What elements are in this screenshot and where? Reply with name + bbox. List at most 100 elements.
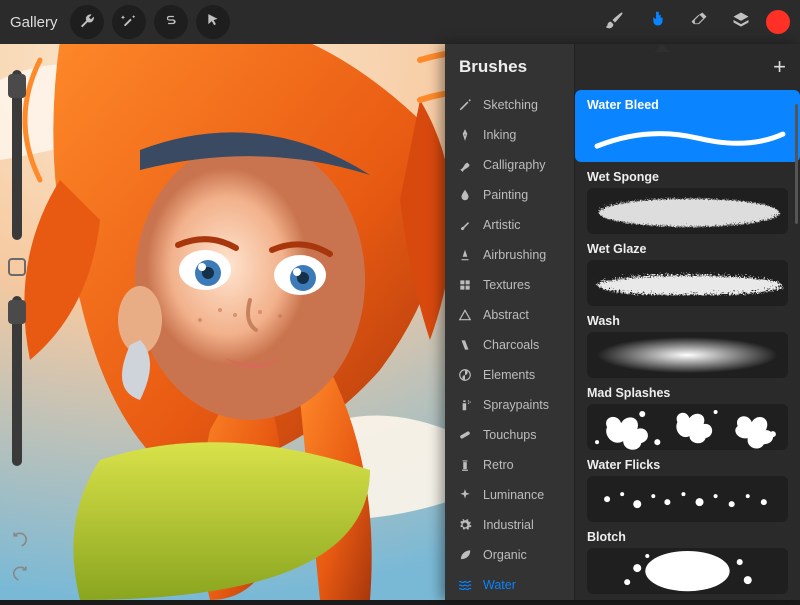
category-label: Spraypaints xyxy=(483,398,549,412)
category-abstract[interactable]: Abstract xyxy=(445,300,574,330)
category-luminance[interactable]: Luminance xyxy=(445,480,574,510)
charcoal-icon xyxy=(457,337,473,353)
brush-name: Wash xyxy=(587,314,788,328)
adjustments-button[interactable] xyxy=(112,5,146,39)
brush-categories[interactable]: Brushes Sketching Inking Calligraphy Pai… xyxy=(445,44,575,600)
leaf-icon xyxy=(457,547,473,563)
actions-button[interactable] xyxy=(70,5,104,39)
brush-opacity-thumb[interactable] xyxy=(8,300,26,324)
brush-water-drip[interactable]: Water Drip xyxy=(575,594,800,600)
brush-name: Blotch xyxy=(587,530,788,544)
brushes-panel: Brushes Sketching Inking Calligraphy Pai… xyxy=(445,44,800,600)
category-industrial[interactable]: Industrial xyxy=(445,510,574,540)
spray-icon xyxy=(457,397,473,413)
category-label: Airbrushing xyxy=(483,248,546,262)
eraser-icon xyxy=(689,10,709,35)
brush-name: Water Bleed xyxy=(587,98,788,112)
transform-button[interactable] xyxy=(196,5,230,39)
category-organic[interactable]: Organic xyxy=(445,540,574,570)
category-label: Painting xyxy=(483,188,528,202)
category-airbrushing[interactable]: Airbrushing xyxy=(445,240,574,270)
category-label: Organic xyxy=(483,548,527,562)
brush-preview xyxy=(587,548,788,594)
layers-icon xyxy=(731,10,751,35)
topbar: Gallery xyxy=(0,0,800,44)
wand-icon xyxy=(121,12,137,33)
category-label: Inking xyxy=(483,128,516,142)
brush-name: Water Flicks xyxy=(587,458,788,472)
brush-water-flicks[interactable]: Water Flicks xyxy=(575,450,800,522)
brush-name: Mad Splashes xyxy=(587,386,788,400)
category-elements[interactable]: Elements xyxy=(445,360,574,390)
add-brush-button[interactable]: + xyxy=(773,54,786,80)
category-artistic[interactable]: Artistic xyxy=(445,210,574,240)
category-touchups[interactable]: Touchups xyxy=(445,420,574,450)
brush-size-slider[interactable] xyxy=(12,70,22,240)
sparkle-icon xyxy=(457,487,473,503)
paint-tool[interactable] xyxy=(598,5,632,39)
undo-button[interactable] xyxy=(6,528,34,556)
category-label: Calligraphy xyxy=(483,158,546,172)
category-inking[interactable]: Inking xyxy=(445,120,574,150)
brush-name: Wet Glaze xyxy=(587,242,788,256)
layers-button[interactable] xyxy=(724,5,758,39)
brush-preview xyxy=(587,116,788,162)
brush-water-bleed[interactable]: Water Bleed xyxy=(575,90,800,162)
category-retro[interactable]: Retro xyxy=(445,450,574,480)
color-swatch[interactable] xyxy=(766,10,790,34)
brush-list[interactable]: + Water Bleed Wet Sponge Wet Glaze Wash … xyxy=(575,44,800,600)
brush-preview xyxy=(587,332,788,378)
brush-icon xyxy=(457,217,473,233)
yinyang-icon xyxy=(457,367,473,383)
category-label: Charcoals xyxy=(483,338,539,352)
brush-mad-splashes[interactable]: Mad Splashes xyxy=(575,378,800,450)
category-label: Elements xyxy=(483,368,535,382)
category-water[interactable]: Water xyxy=(445,570,574,600)
category-label: Artistic xyxy=(483,218,521,232)
cursor-icon xyxy=(206,13,220,32)
category-label: Luminance xyxy=(483,488,544,502)
brush-blotch[interactable]: Blotch xyxy=(575,522,800,594)
gallery-button[interactable]: Gallery xyxy=(10,14,58,31)
brush-wet-glaze[interactable]: Wet Glaze xyxy=(575,234,800,306)
undo-icon xyxy=(10,530,30,555)
erase-tool[interactable] xyxy=(682,5,716,39)
brush-preview xyxy=(587,188,788,234)
bandage-icon xyxy=(457,427,473,443)
category-label: Textures xyxy=(483,278,530,292)
drop-icon xyxy=(457,187,473,203)
modify-button[interactable] xyxy=(8,258,26,276)
panel-title: Brushes xyxy=(445,44,574,90)
wrench-icon xyxy=(79,12,95,33)
selection-button[interactable] xyxy=(154,5,188,39)
category-label: Industrial xyxy=(483,518,534,532)
category-label: Retro xyxy=(483,458,514,472)
nib-icon xyxy=(457,127,473,143)
left-rail xyxy=(6,70,28,466)
paintbrush-icon xyxy=(605,10,625,35)
category-painting[interactable]: Painting xyxy=(445,180,574,210)
category-charcoals[interactable]: Charcoals xyxy=(445,330,574,360)
scrollbar[interactable] xyxy=(795,104,798,224)
redo-icon xyxy=(10,564,30,589)
smudge-icon xyxy=(646,9,668,36)
brush-opacity-slider[interactable] xyxy=(12,296,22,466)
airbrush-icon xyxy=(457,247,473,263)
brush-size-thumb[interactable] xyxy=(8,74,26,98)
category-label: Abstract xyxy=(483,308,529,322)
gear-icon xyxy=(457,517,473,533)
brush-name: Wet Sponge xyxy=(587,170,788,184)
redo-button[interactable] xyxy=(6,562,34,590)
category-spraypaints[interactable]: Spraypaints xyxy=(445,390,574,420)
brush-preview xyxy=(587,404,788,450)
brush-wet-sponge[interactable]: Wet Sponge xyxy=(575,162,800,234)
brush-preview xyxy=(587,476,788,522)
category-textures[interactable]: Textures xyxy=(445,270,574,300)
grid-icon xyxy=(457,277,473,293)
category-sketching[interactable]: Sketching xyxy=(445,90,574,120)
category-calligraphy[interactable]: Calligraphy xyxy=(445,150,574,180)
smudge-tool[interactable] xyxy=(640,5,674,39)
column-icon xyxy=(457,457,473,473)
pencil-icon xyxy=(457,97,473,113)
brush-wash[interactable]: Wash xyxy=(575,306,800,378)
